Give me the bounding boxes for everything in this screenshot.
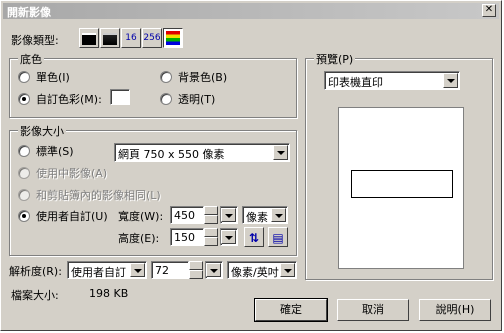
in-use-radio xyxy=(18,167,30,179)
size-unit-value: 像素 xyxy=(246,211,268,224)
ok-button[interactable]: 確定 xyxy=(254,298,328,322)
chevron-down-icon[interactable] xyxy=(443,73,458,88)
width-spinner[interactable] xyxy=(204,206,218,224)
swap-dimensions-button[interactable]: ⇅ xyxy=(244,227,264,247)
grayscale-icon xyxy=(103,33,117,45)
image-type-16-button[interactable]: 16 xyxy=(121,28,141,48)
file-size-label: 檔案大小: xyxy=(11,289,59,302)
width-input[interactable]: 450 xyxy=(170,206,204,224)
resolution-spinner[interactable] xyxy=(189,261,203,279)
width-value: 450 xyxy=(174,209,195,222)
mono-label: 單色(I) xyxy=(36,71,70,84)
chevron-down-icon[interactable] xyxy=(221,208,236,222)
cancel-button[interactable]: 取消 xyxy=(337,299,409,321)
user-defined-label: 使用者自訂(U) xyxy=(36,210,108,223)
window-title: 開新影像 xyxy=(7,6,51,19)
preview-group-label: 預覽(P) xyxy=(314,51,356,67)
swap-icon: ⇅ xyxy=(248,231,260,245)
standard-size-value: 網頁 750 x 550 像素 xyxy=(118,148,225,161)
bgcolor-radio[interactable] xyxy=(160,71,172,83)
file-size-value: 198 KB xyxy=(89,287,129,300)
new-image-dialog: 開新影像 ✕ 影像類型: 16 256 底色 單色(I) 背景色(B) 自訂色彩… xyxy=(0,0,502,331)
chevron-down-icon[interactable] xyxy=(280,263,295,277)
width-spin-dropdown[interactable] xyxy=(220,206,238,224)
background-group: 底色 單色(I) 背景色(B) 自訂色彩(M): 透明(T) xyxy=(9,51,297,118)
standard-label: 標準(S) xyxy=(36,145,74,158)
in-use-label: 使用中影像(A) xyxy=(36,167,108,180)
resolution-unit-value: 像素/英吋 xyxy=(231,266,279,279)
close-button[interactable]: ✕ xyxy=(482,4,496,17)
title-bar[interactable]: 開新影像 ✕ xyxy=(3,3,499,19)
height-input[interactable]: 150 xyxy=(170,228,204,246)
user-defined-radio[interactable] xyxy=(18,210,30,222)
image-type-gray-button[interactable] xyxy=(100,28,120,48)
chevron-down-icon[interactable] xyxy=(273,145,288,160)
resolution-spin-dropdown[interactable] xyxy=(205,261,223,279)
help-button[interactable]: 說明(H) xyxy=(419,299,491,321)
truecolor-icon xyxy=(166,31,180,45)
resolution-value: 72 xyxy=(155,264,169,277)
close-icon: ✕ xyxy=(484,4,494,15)
resolution-label: 解析度(R): xyxy=(9,265,62,278)
resolution-mode-value: 使用者自訂 xyxy=(71,266,126,279)
printer-select[interactable]: 印表機直印 xyxy=(324,71,460,90)
height-spin-dropdown[interactable] xyxy=(220,228,238,246)
bgcolor-label: 背景色(B) xyxy=(178,71,228,84)
image-type-truecolor-button[interactable] xyxy=(163,28,183,48)
image-size-group-label: 影像大小 xyxy=(18,123,66,139)
preview-group: 預覽(P) 印表機直印 xyxy=(305,51,493,280)
size-unit-select[interactable]: 像素 xyxy=(242,206,288,224)
clipboard-radio xyxy=(18,189,30,201)
resolution-unit-select[interactable]: 像素/英吋 xyxy=(227,261,297,279)
image-type-bw-button[interactable] xyxy=(79,28,99,48)
image-type-256-button[interactable]: 256 xyxy=(142,28,162,48)
chevron-down-icon[interactable] xyxy=(221,230,236,244)
resolution-mode-select[interactable]: 使用者自訂 xyxy=(67,261,147,279)
chevron-down-icon[interactable] xyxy=(130,263,145,277)
height-spinner[interactable] xyxy=(204,228,218,246)
height-value: 150 xyxy=(174,231,195,244)
custom-color-radio[interactable] xyxy=(18,93,30,105)
custom-color-swatch[interactable] xyxy=(110,89,130,105)
image-size-group: 影像大小 標準(S) 網頁 750 x 550 像素 使用中影像(A) 和剪貼簿… xyxy=(9,123,297,256)
standard-size-select[interactable]: 網頁 750 x 550 像素 xyxy=(114,143,290,162)
custom-color-label: 自訂色彩(M): xyxy=(36,93,102,106)
chevron-down-icon[interactable] xyxy=(206,263,221,277)
image-type-label: 影像類型: xyxy=(11,34,59,47)
preview-image-rect xyxy=(351,170,453,198)
preview-page xyxy=(338,107,464,269)
background-group-label: 底色 xyxy=(18,51,44,67)
clipboard-label: 和剪貼簿內的影像相同(L) xyxy=(36,189,161,202)
printer-value: 印表機直印 xyxy=(328,76,383,89)
resolution-input[interactable]: 72 xyxy=(151,261,189,279)
transparent-radio[interactable] xyxy=(160,93,172,105)
height-label: 高度(E): xyxy=(118,232,160,245)
mono-radio[interactable] xyxy=(18,71,30,83)
page-icon: ▤ xyxy=(272,231,284,245)
transparent-label: 透明(T) xyxy=(178,93,216,106)
standard-radio[interactable] xyxy=(18,145,30,157)
chevron-down-icon[interactable] xyxy=(271,208,286,222)
width-label: 寬度(W): xyxy=(118,210,164,223)
orientation-button[interactable]: ▤ xyxy=(268,227,288,247)
bw-icon xyxy=(82,33,96,45)
